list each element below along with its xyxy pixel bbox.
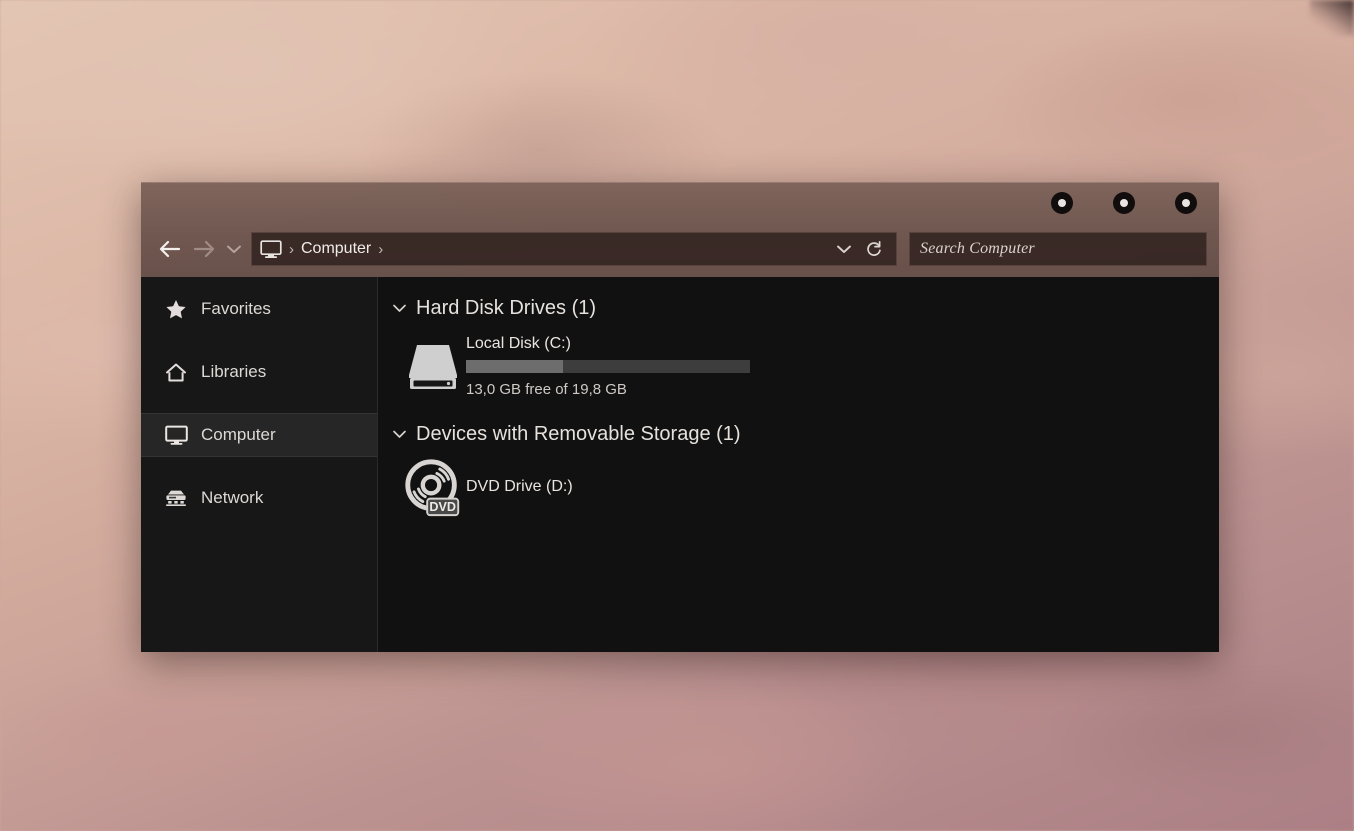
chevron-down-icon [836, 243, 852, 255]
disk-usage-bar [466, 360, 750, 373]
group-title: Devices with Removable Storage (1) [416, 423, 741, 446]
address-history-button[interactable] [830, 234, 858, 264]
forward-arrow-icon [192, 239, 216, 259]
breadcrumb: › Computer › [260, 240, 830, 259]
network-icon [164, 488, 188, 508]
back-button[interactable] [153, 232, 187, 266]
monitor-icon [164, 425, 188, 446]
back-arrow-icon [158, 239, 182, 259]
minimize-button[interactable] [1051, 192, 1073, 214]
sidebar-item-label: Favorites [201, 299, 271, 319]
navigation-row: › Computer › [141, 229, 1219, 269]
computer-icon[interactable] [260, 240, 282, 259]
disk-usage-fill [466, 360, 563, 373]
drive-item-local-disk-c[interactable]: Local Disk (C:) 13,0 GB free of 19,8 GB [378, 331, 1219, 398]
network-glyph [164, 488, 188, 508]
dvd-drive-icon: DVD [400, 453, 466, 521]
minimize-glyph [1058, 199, 1066, 207]
sidebar-item-label: Network [201, 488, 263, 508]
sidebar-item-computer[interactable]: Computer [141, 413, 377, 457]
sidebar-item-label: Computer [201, 425, 276, 445]
sidebar-item-favorites[interactable]: Favorites [141, 287, 377, 331]
sidebar-item-label: Libraries [201, 362, 266, 382]
drive-name: DVD Drive (D:) [466, 478, 573, 496]
address-bar[interactable]: › Computer › [251, 232, 897, 266]
forward-button[interactable] [187, 232, 221, 266]
search-box[interactable]: Search Computer [909, 232, 1207, 266]
window-body: Favorites Libraries [141, 277, 1219, 652]
home-icon [164, 362, 188, 383]
close-button[interactable] [1175, 192, 1197, 214]
dvd-badge-label: DVD [429, 500, 456, 514]
content-pane: Hard Disk Drives (1) Local Disk (C:) [378, 277, 1219, 652]
chevron-down-icon [392, 429, 407, 440]
group-header-removable-storage[interactable]: Devices with Removable Storage (1) [378, 419, 1219, 449]
maximize-button[interactable] [1113, 192, 1135, 214]
recent-locations-button[interactable] [221, 232, 247, 266]
breadcrumb-item-computer[interactable]: Computer [301, 240, 371, 258]
refresh-icon [865, 240, 883, 258]
hard-drive-glyph [402, 331, 464, 393]
close-glyph [1182, 199, 1190, 207]
dvd-drive-glyph: DVD [400, 453, 466, 521]
window-controls [1051, 192, 1197, 214]
sidebar-item-libraries[interactable]: Libraries [141, 350, 377, 394]
breadcrumb-separator-2[interactable]: › [378, 241, 383, 258]
group-header-hard-disk-drives[interactable]: Hard Disk Drives (1) [378, 293, 1219, 323]
home-glyph [165, 362, 187, 383]
chevron-down-icon [392, 303, 407, 314]
drive-capacity-text: 13,0 GB free of 19,8 GB [466, 381, 750, 398]
monitor-glyph [260, 240, 282, 259]
file-explorer-window: › Computer › [141, 182, 1219, 652]
hard-drive-icon [400, 331, 466, 393]
star-icon [164, 299, 188, 320]
monitor-glyph [165, 425, 188, 446]
navigation-sidebar: Favorites Libraries [141, 277, 378, 652]
window-titlebar: › Computer › [141, 182, 1219, 277]
drive-details: Local Disk (C:) 13,0 GB free of 19,8 GB [466, 331, 750, 398]
drive-name: Local Disk (C:) [466, 335, 750, 353]
sidebar-item-network[interactable]: Network [141, 476, 377, 520]
breadcrumb-separator-1: › [289, 241, 294, 258]
refresh-button[interactable] [860, 234, 888, 264]
chevron-down-icon [226, 243, 242, 255]
drive-item-dvd-drive-d[interactable]: DVD DVD Drive (D:) [378, 453, 1219, 521]
group-title: Hard Disk Drives (1) [416, 297, 596, 320]
star-glyph [165, 299, 187, 320]
maximize-glyph [1120, 199, 1128, 207]
wallpaper-corner-shadow [1310, 0, 1354, 36]
address-bar-actions [830, 234, 888, 264]
search-input[interactable]: Search Computer [920, 240, 1035, 258]
